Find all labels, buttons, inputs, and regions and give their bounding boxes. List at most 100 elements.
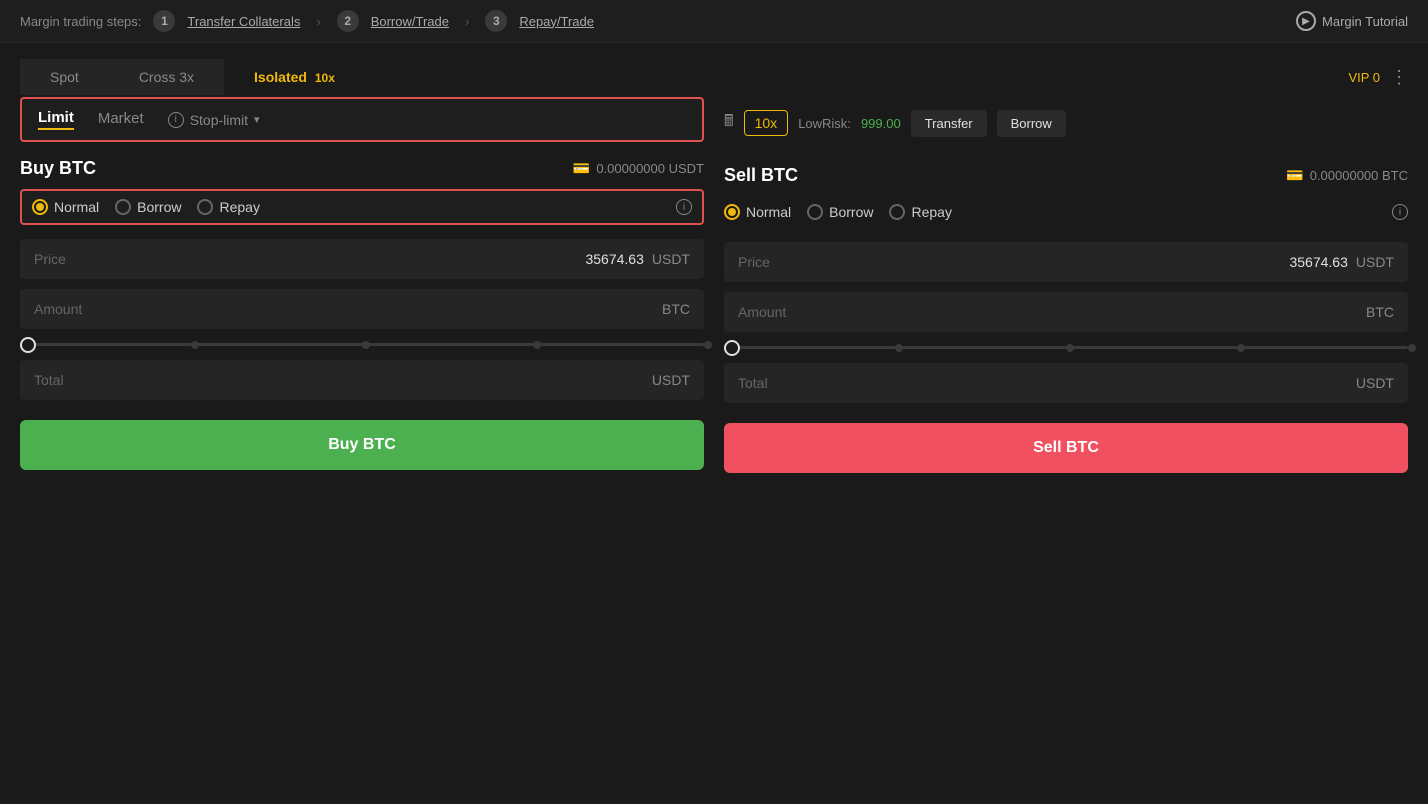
step-1-link[interactable]: Transfer Collaterals — [187, 14, 300, 29]
buy-total-field[interactable]: Total USDT — [20, 360, 704, 400]
sell-borrow-radio[interactable]: Borrow — [807, 204, 873, 220]
sell-normal-radio[interactable]: Normal — [724, 204, 791, 220]
buy-repay-label: Repay — [219, 199, 259, 215]
margin-tutorial-label: Margin Tutorial — [1322, 14, 1408, 29]
more-options-icon[interactable]: ⋮ — [1390, 67, 1408, 88]
right-toolbar: 🖩 10x LowRisk: 999.00 Transfer Borrow — [724, 97, 1408, 149]
step-3-num: 3 — [485, 10, 507, 32]
tab-spot[interactable]: Spot — [20, 59, 109, 95]
lowrisk-label: LowRisk: — [798, 116, 851, 131]
sell-slider[interactable] — [724, 346, 1408, 349]
sell-amount-field[interactable]: Amount BTC — [724, 292, 1408, 332]
buy-price-unit: USDT — [652, 251, 690, 267]
arrow-1: › — [316, 14, 320, 29]
buy-repay-radio[interactable]: Repay — [197, 199, 259, 215]
order-type-tabs: Limit Market i Stop-limit ▾ — [20, 97, 704, 142]
buy-slider-dot-25 — [191, 341, 199, 349]
sell-repay-label: Repay — [911, 204, 951, 220]
calculator-icon[interactable]: 🖩 — [724, 110, 734, 137]
sell-repay-radio[interactable]: Repay — [889, 204, 951, 220]
leverage-badge[interactable]: 10x — [744, 110, 789, 136]
buy-normal-dot — [36, 203, 44, 211]
buy-price-field[interactable]: Price 35674.63 USDT — [20, 239, 704, 279]
sell-slider-dot-50 — [1066, 344, 1074, 352]
borrow-button[interactable]: Borrow — [997, 110, 1066, 137]
buy-button[interactable]: Buy BTC — [20, 420, 704, 470]
buy-slider-dot-50 — [362, 341, 370, 349]
sell-title: Sell BTC — [724, 165, 798, 186]
buy-balance-info: 💳 0.00000000 USDT — [573, 160, 704, 177]
buy-amount-unit: BTC — [662, 301, 690, 317]
buy-radio-group: Normal Borrow Repay i — [20, 189, 704, 225]
buy-normal-label: Normal — [54, 199, 99, 215]
buy-price-row: 35674.63 USDT — [585, 251, 690, 267]
sell-price-label: Price — [738, 254, 770, 270]
step-3-link[interactable]: Repay/Trade — [519, 14, 594, 29]
stop-limit-info-icon: i — [168, 112, 184, 128]
buy-normal-radio[interactable]: Normal — [32, 199, 99, 215]
step-2-num: 2 — [337, 10, 359, 32]
sell-panel: 🖩 10x LowRisk: 999.00 Transfer Borrow Se… — [724, 97, 1408, 473]
stop-limit-tab[interactable]: i Stop-limit ▾ — [168, 112, 260, 128]
buy-borrow-circle — [115, 199, 131, 215]
sell-normal-dot — [728, 208, 736, 216]
sell-panel-header: Sell BTC 💳 0.00000000 BTC — [724, 165, 1408, 186]
limit-tab[interactable]: Limit — [38, 109, 74, 130]
buy-amount-field[interactable]: Amount BTC — [20, 289, 704, 329]
sell-slider-dot-75 — [1237, 344, 1245, 352]
sell-amount-label: Amount — [738, 304, 786, 320]
margin-steps-label: Margin trading steps: — [20, 14, 141, 29]
buy-amount-label: Amount — [34, 301, 82, 317]
lowrisk-value: 999.00 — [861, 116, 901, 131]
buy-slider-dot-100 — [704, 341, 712, 349]
sell-wallet-icon: 💳 — [1286, 167, 1303, 184]
buy-panel: Limit Market i Stop-limit ▾ Buy BTC 💳 0.… — [20, 97, 704, 473]
sell-borrow-circle — [807, 204, 823, 220]
margin-tutorial-link[interactable]: ▶ Margin Tutorial — [1296, 11, 1408, 31]
tab-isolated[interactable]: Isolated 10x — [224, 59, 365, 95]
buy-slider-thumb[interactable] — [20, 337, 36, 353]
buy-radio-info-icon[interactable]: i — [676, 199, 692, 215]
sell-slider-dot-100 — [1408, 344, 1416, 352]
tab-cross[interactable]: Cross 3x — [109, 59, 224, 95]
buy-repay-circle — [197, 199, 213, 215]
buy-borrow-radio[interactable]: Borrow — [115, 199, 181, 215]
sell-balance: 0.00000000 BTC — [1310, 168, 1408, 183]
buy-price-label: Price — [34, 251, 66, 267]
market-tab[interactable]: Market — [98, 110, 144, 129]
buy-total-unit: USDT — [652, 372, 690, 388]
buy-slider-dot-75 — [533, 341, 541, 349]
buy-borrow-label: Borrow — [137, 199, 181, 215]
arrow-2: › — [465, 14, 469, 29]
wallet-icon: 💳 — [573, 160, 590, 177]
vip-badge: VIP 0 — [1348, 70, 1380, 85]
sell-slider-dot-25 — [895, 344, 903, 352]
buy-panel-header: Buy BTC 💳 0.00000000 USDT — [20, 158, 704, 179]
sell-radio-info-icon[interactable]: i — [1392, 204, 1408, 220]
stop-limit-chevron: ▾ — [254, 113, 260, 126]
sell-normal-label: Normal — [746, 204, 791, 220]
sell-amount-unit: BTC — [1366, 304, 1394, 320]
buy-slider[interactable] — [20, 343, 704, 346]
sell-total-label: Total — [738, 375, 768, 391]
step-1-num: 1 — [153, 10, 175, 32]
sell-button[interactable]: Sell BTC — [724, 423, 1408, 473]
trading-panels: Limit Market i Stop-limit ▾ Buy BTC 💳 0.… — [20, 97, 1408, 473]
buy-total-label: Total — [34, 372, 64, 388]
sell-slider-thumb[interactable] — [724, 340, 740, 356]
buy-slider-track — [20, 343, 704, 346]
isolated-badge: 10x — [315, 71, 335, 85]
buy-normal-circle — [32, 199, 48, 215]
main-content: Spot Cross 3x Isolated 10x VIP 0 ⋮ Limit… — [0, 43, 1428, 489]
buy-price-value: 35674.63 — [585, 251, 643, 267]
sell-total-field[interactable]: Total USDT — [724, 363, 1408, 403]
sell-normal-circle — [724, 204, 740, 220]
sell-slider-track — [724, 346, 1408, 349]
sell-price-row: 35674.63 USDT — [1289, 254, 1394, 270]
sell-price-value: 35674.63 — [1289, 254, 1347, 270]
sell-price-field[interactable]: Price 35674.63 USDT — [724, 242, 1408, 282]
sell-price-unit: USDT — [1356, 254, 1394, 270]
transfer-button[interactable]: Transfer — [911, 110, 987, 137]
play-icon: ▶ — [1296, 11, 1316, 31]
step-2-link[interactable]: Borrow/Trade — [371, 14, 449, 29]
